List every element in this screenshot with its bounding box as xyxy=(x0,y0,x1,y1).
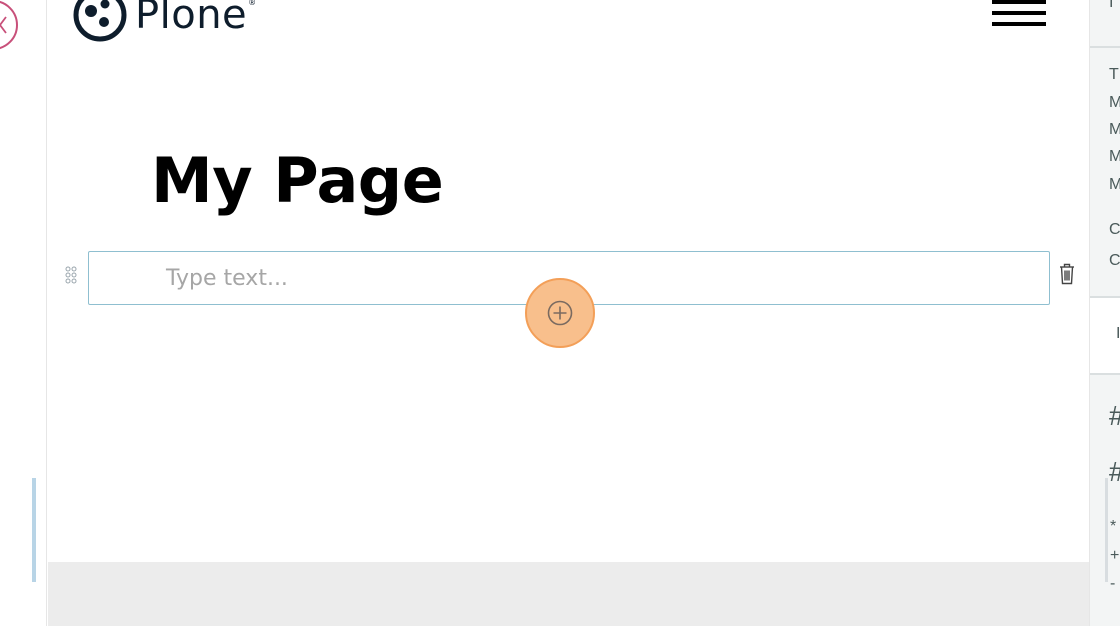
sidebar-divider xyxy=(1090,373,1120,375)
sidebar-item[interactable]: M xyxy=(1109,176,1120,194)
close-button[interactable] xyxy=(0,0,18,50)
footer-band xyxy=(48,562,1089,626)
sidebar-panel: I xyxy=(1090,298,1120,374)
add-block-button[interactable] xyxy=(525,278,595,348)
sidebar-heading-char: # xyxy=(1109,456,1120,488)
toolbar-accent-bar xyxy=(32,478,36,582)
menu-hamburger-icon[interactable] xyxy=(992,0,1046,28)
main-content: Plone® My Page Type text... xyxy=(48,0,1089,626)
sidebar-item[interactable]: M xyxy=(1109,94,1120,112)
logo-wordmark: Plone® xyxy=(135,0,257,38)
plone-logo[interactable]: Plone® xyxy=(73,0,257,42)
sidebar-heading-char: # xyxy=(1109,400,1120,432)
page-title[interactable]: My Page xyxy=(151,144,444,217)
left-toolbar xyxy=(0,0,47,626)
close-icon xyxy=(0,16,7,34)
trash-icon[interactable] xyxy=(1059,263,1075,290)
sidebar-header-char: I xyxy=(1109,0,1114,11)
text-block-placeholder: Type text... xyxy=(166,266,288,291)
sidebar-list-char: * xyxy=(1110,518,1117,535)
sidebar-divider xyxy=(1090,46,1120,48)
plus-circle-icon xyxy=(547,300,573,326)
sidebar-item[interactable]: C xyxy=(1109,221,1120,239)
sidebar-item[interactable]: M xyxy=(1109,121,1120,139)
sidebar-item[interactable]: C xyxy=(1109,252,1120,270)
sidebar-list-char: + xyxy=(1110,547,1120,564)
sidebar-panel-char: I xyxy=(1116,325,1120,343)
sidebar-item[interactable]: M xyxy=(1109,148,1120,166)
sidebar-list-char: - xyxy=(1110,575,1116,592)
plone-logo-icon xyxy=(73,0,127,42)
sidebar-item[interactable]: T xyxy=(1109,66,1119,84)
settings-sidebar: I T M M M M C C I # # * + - xyxy=(1089,0,1120,626)
drag-handle-icon[interactable] xyxy=(65,266,77,289)
sidebar-scrollbar[interactable] xyxy=(1105,478,1108,582)
